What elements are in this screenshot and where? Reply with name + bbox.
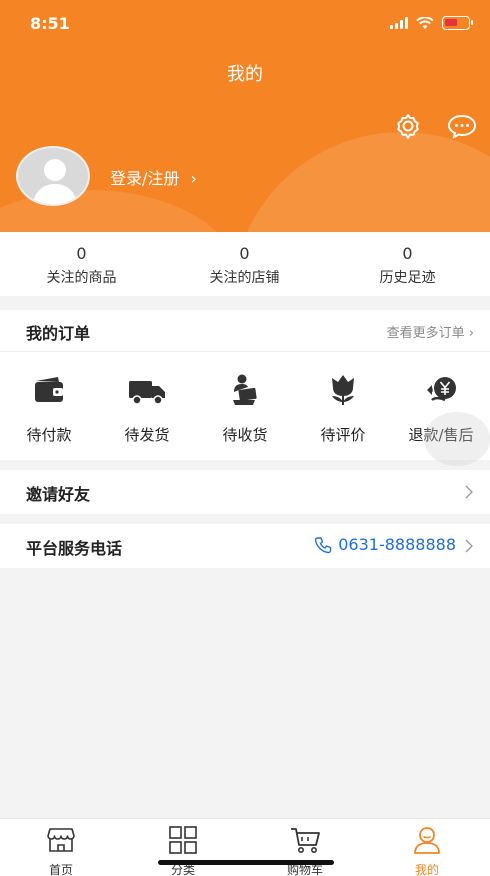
stat-label: 关注的商品 (46, 270, 117, 286)
service-phone-row[interactable]: 平台服务电话 0631-8888888 (0, 524, 490, 568)
invite-friends-label: 邀请好友 (26, 485, 91, 504)
chevron-right-icon (465, 485, 473, 499)
tab-cart[interactable]: 购物车 (244, 825, 366, 876)
login-register-label: 登录/注册 (110, 169, 180, 188)
tab-label: 我的 (414, 863, 439, 876)
order-pending-receipt[interactable]: 待收货 (196, 372, 294, 445)
follow-stats: 0 关注的商品 0 关注的店铺 0 历史足迹 (0, 232, 490, 296)
user-icon (414, 827, 440, 854)
status-icons (390, 16, 473, 30)
refund-yen-icon (427, 377, 456, 402)
cellular-signal-icon (390, 17, 408, 29)
orders-header: 我的订单 查看更多订单 › (0, 310, 490, 352)
stat-count: 0 (239, 244, 250, 263)
message-bubble-icon[interactable] (446, 110, 478, 142)
invite-friends-row[interactable]: 邀请好友 (0, 470, 490, 514)
cart-icon (291, 828, 320, 853)
chevron-right-icon: › (468, 326, 474, 341)
store-icon (47, 828, 75, 852)
view-more-orders-link[interactable]: 查看更多订单 › (387, 322, 474, 341)
my-orders-card: 我的订单 查看更多订单 › 待付款 待发货 待收货 待评价 退款/售后 (0, 310, 490, 460)
view-more-label: 查看更多订单 (386, 326, 465, 341)
login-register-link[interactable]: 登录/注册 › (110, 165, 197, 189)
settings-gear-icon[interactable] (392, 110, 424, 142)
service-phone-link[interactable]: 0631-8888888 (314, 535, 456, 554)
stat-label: 历史足迹 (379, 270, 436, 286)
order-status-label: 待付款 (26, 426, 72, 444)
order-status-label: 待评价 (320, 426, 366, 444)
order-status-label: 待发货 (124, 426, 170, 444)
orders-title: 我的订单 (26, 324, 91, 343)
home-indicator[interactable] (158, 860, 334, 865)
status-time: 8:51 (30, 14, 70, 33)
order-pending-payment[interactable]: 待付款 (0, 372, 98, 445)
avatar[interactable] (16, 146, 90, 206)
wifi-icon (416, 16, 434, 29)
stat-history[interactable]: 0 历史足迹 (326, 244, 489, 287)
profile-header: 8:51 我的 登录/注册 › (0, 0, 490, 232)
battery-icon (442, 16, 473, 30)
chevron-right-icon (465, 539, 473, 553)
phone-icon (315, 536, 332, 553)
status-bar: 8:51 (0, 0, 490, 48)
stat-followed-shops[interactable]: 0 关注的店铺 (163, 244, 326, 287)
truck-icon (129, 381, 165, 405)
stat-count: 0 (76, 244, 87, 263)
tab-category[interactable]: 分类 (122, 825, 244, 876)
service-phone-label: 平台服务电话 (26, 539, 123, 558)
page-title: 我的 (227, 64, 263, 85)
chevron-right-icon: › (190, 169, 197, 188)
service-phone-number: 0631-8888888 (338, 535, 456, 554)
order-pending-shipment[interactable]: 待发货 (98, 372, 196, 445)
order-status-label: 待收货 (222, 426, 268, 444)
tab-label: 首页 (48, 863, 73, 876)
tab-home[interactable]: 首页 (0, 825, 122, 876)
stat-followed-products[interactable]: 0 关注的商品 (0, 244, 163, 287)
header-decor-circle (232, 132, 490, 232)
receive-package-icon (233, 374, 257, 405)
touch-ripple (424, 412, 490, 466)
wallet-icon (35, 377, 63, 402)
bottom-tab-bar: 首页 分类 购物车 我的 (0, 818, 490, 876)
order-pending-review[interactable]: 待评价 (294, 372, 392, 445)
stat-count: 0 (402, 244, 413, 263)
flower-icon (332, 375, 354, 405)
stat-label: 关注的店铺 (209, 270, 280, 286)
tab-mine[interactable]: 我的 (366, 825, 488, 876)
grid-icon (169, 826, 197, 854)
